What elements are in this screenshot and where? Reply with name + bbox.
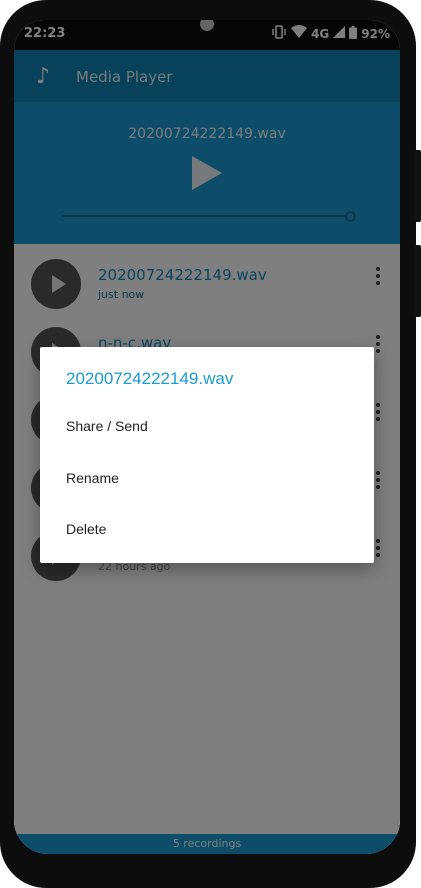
option-label: Rename: [66, 470, 119, 486]
options-dialog: 20200724222149.wav Share / Send Rename D…: [40, 347, 374, 563]
delete-option[interactable]: Delete: [40, 505, 374, 553]
screen: 22:23 4G 92% ♪ Media Player 202007242221…: [14, 20, 400, 854]
share-send-option[interactable]: Share / Send: [40, 402, 374, 450]
option-label: Delete: [66, 521, 107, 537]
rename-option[interactable]: Rename: [40, 454, 374, 502]
dialog-title: 20200724222149.wav: [66, 369, 234, 388]
option-label: Share / Send: [66, 418, 148, 434]
power-button: [414, 245, 421, 317]
volume-button: [414, 150, 421, 222]
